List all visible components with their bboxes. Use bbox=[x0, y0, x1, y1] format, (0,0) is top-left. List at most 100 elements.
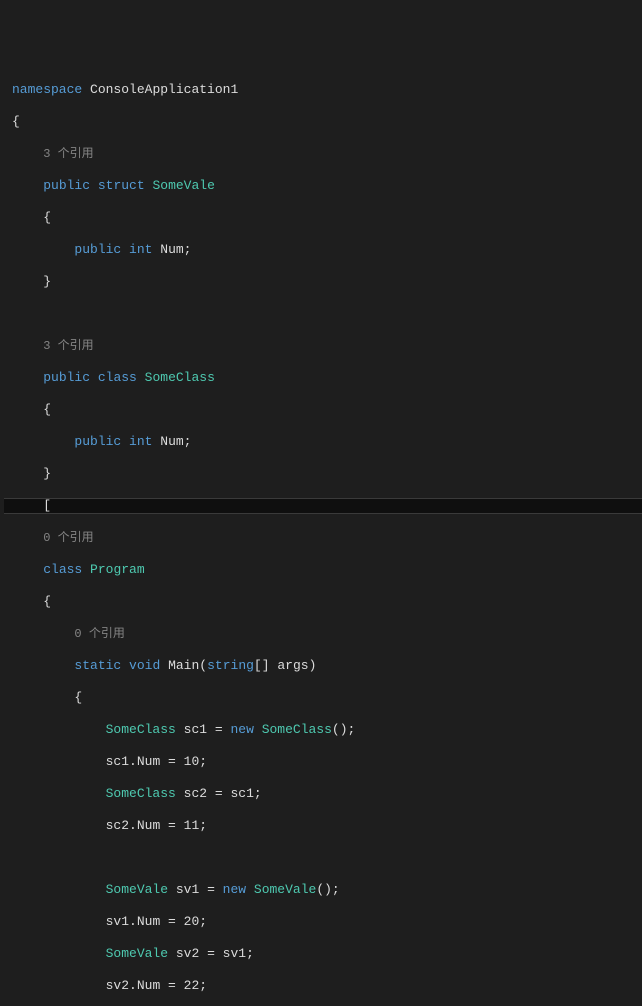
brace: } bbox=[43, 466, 51, 481]
codelens-references[interactable]: 3 个引用 bbox=[43, 147, 93, 161]
identifier: sv2 bbox=[106, 978, 129, 993]
identifier: Num bbox=[137, 818, 160, 833]
brace: { bbox=[43, 402, 51, 417]
code-line[interactable]: namespace ConsoleApplication1 bbox=[4, 82, 642, 98]
codelens-line[interactable]: 3 个引用 bbox=[4, 146, 642, 162]
punct: ; bbox=[184, 242, 192, 257]
type-name: SomeClass bbox=[106, 722, 176, 737]
type-name: Program bbox=[90, 562, 145, 577]
number: 20 bbox=[184, 914, 200, 929]
punct: . bbox=[129, 754, 137, 769]
number: 22 bbox=[184, 978, 200, 993]
punct: () bbox=[332, 722, 348, 737]
code-line[interactable]: sv2.Num = 22; bbox=[4, 978, 642, 994]
punct: = bbox=[160, 818, 183, 833]
identifier: sc1 bbox=[184, 722, 207, 737]
code-line[interactable]: { bbox=[4, 402, 642, 418]
keyword: new bbox=[230, 722, 253, 737]
brace: { bbox=[12, 114, 20, 129]
identifier: sv1 bbox=[223, 946, 246, 961]
code-line[interactable]: SomeClass sc2 = sc1; bbox=[4, 786, 642, 802]
code-line[interactable]: } bbox=[4, 274, 642, 290]
codelens-references[interactable]: 0 个引用 bbox=[74, 627, 124, 641]
code-line[interactable]: class Program bbox=[4, 562, 642, 578]
identifier: Main bbox=[168, 658, 199, 673]
keyword: public bbox=[74, 434, 121, 449]
identifier: Num bbox=[137, 754, 160, 769]
keyword: int bbox=[129, 242, 152, 257]
identifier: args bbox=[277, 658, 308, 673]
code-line[interactable]: SomeVale sv2 = sv1; bbox=[4, 946, 642, 962]
code-line[interactable]: static void Main(string[] args) bbox=[4, 658, 642, 674]
code-line[interactable]: } bbox=[4, 466, 642, 482]
type-name: SomeClass bbox=[106, 786, 176, 801]
code-line[interactable]: { bbox=[4, 114, 642, 130]
keyword: new bbox=[223, 882, 246, 897]
punct: = bbox=[160, 914, 183, 929]
keyword: public bbox=[74, 242, 121, 257]
keyword: void bbox=[129, 658, 160, 673]
codelens-line[interactable]: 0 个引用 bbox=[4, 530, 642, 546]
identifier: Num bbox=[160, 434, 183, 449]
keyword: public bbox=[43, 178, 90, 193]
code-line-active[interactable]: [ bbox=[4, 498, 642, 514]
punct: . bbox=[129, 978, 137, 993]
punct: [] bbox=[254, 658, 270, 673]
identifier: Num bbox=[137, 978, 160, 993]
code-line[interactable]: { bbox=[4, 690, 642, 706]
identifier: sv1 bbox=[106, 914, 129, 929]
type-name: SomeClass bbox=[262, 722, 332, 737]
code-line[interactable]: SomeClass sc1 = new SomeClass(); bbox=[4, 722, 642, 738]
punct: = bbox=[160, 978, 183, 993]
keyword: namespace bbox=[12, 82, 82, 97]
keyword: class bbox=[43, 562, 82, 577]
identifier: sc2 bbox=[106, 818, 129, 833]
brace: } bbox=[43, 274, 51, 289]
code-editor[interactable]: namespace ConsoleApplication1 { 3 个引用 pu… bbox=[0, 64, 642, 1006]
punct: ( bbox=[199, 658, 207, 673]
punct: ) bbox=[309, 658, 317, 673]
punct: ; bbox=[184, 434, 192, 449]
code-line[interactable]: { bbox=[4, 594, 642, 610]
punct: . bbox=[129, 818, 137, 833]
codelens-references[interactable]: 0 个引用 bbox=[43, 531, 93, 545]
punct: . bbox=[129, 914, 137, 929]
codelens-references[interactable]: 3 个引用 bbox=[43, 339, 93, 353]
punct: ; bbox=[254, 786, 262, 801]
punct: ; bbox=[199, 818, 207, 833]
keyword: struct bbox=[98, 178, 145, 193]
brace: { bbox=[74, 690, 82, 705]
number: 11 bbox=[184, 818, 200, 833]
punct: ; bbox=[199, 754, 207, 769]
text-cursor: [ bbox=[43, 498, 51, 513]
code-line[interactable]: public int Num; bbox=[4, 242, 642, 258]
identifier: sv2 bbox=[176, 946, 199, 961]
code-line[interactable]: SomeVale sv1 = new SomeVale(); bbox=[4, 882, 642, 898]
type-name: SomeVale bbox=[254, 882, 316, 897]
codelens-line[interactable]: 3 个引用 bbox=[4, 338, 642, 354]
keyword: string bbox=[207, 658, 254, 673]
code-line[interactable]: public int Num; bbox=[4, 434, 642, 450]
punct: ; bbox=[332, 882, 340, 897]
punct: = bbox=[199, 882, 222, 897]
brace: { bbox=[43, 210, 51, 225]
identifier: sc1 bbox=[230, 786, 253, 801]
codelens-line[interactable]: 0 个引用 bbox=[4, 626, 642, 642]
keyword: public bbox=[43, 370, 90, 385]
code-line[interactable]: sv1.Num = 20; bbox=[4, 914, 642, 930]
code-line[interactable]: { bbox=[4, 210, 642, 226]
code-line[interactable]: public struct SomeVale bbox=[4, 178, 642, 194]
punct: = bbox=[160, 754, 183, 769]
code-line[interactable]: public class SomeClass bbox=[4, 370, 642, 386]
brace: { bbox=[43, 594, 51, 609]
identifier: ConsoleApplication1 bbox=[90, 82, 238, 97]
type-name: SomeVale bbox=[152, 178, 214, 193]
code-line[interactable] bbox=[4, 850, 642, 866]
code-line[interactable]: sc2.Num = 11; bbox=[4, 818, 642, 834]
punct: ; bbox=[348, 722, 356, 737]
code-line[interactable]: sc1.Num = 10; bbox=[4, 754, 642, 770]
code-line[interactable] bbox=[4, 306, 642, 322]
punct: = bbox=[199, 946, 222, 961]
punct: = bbox=[207, 786, 230, 801]
punct: ; bbox=[199, 978, 207, 993]
